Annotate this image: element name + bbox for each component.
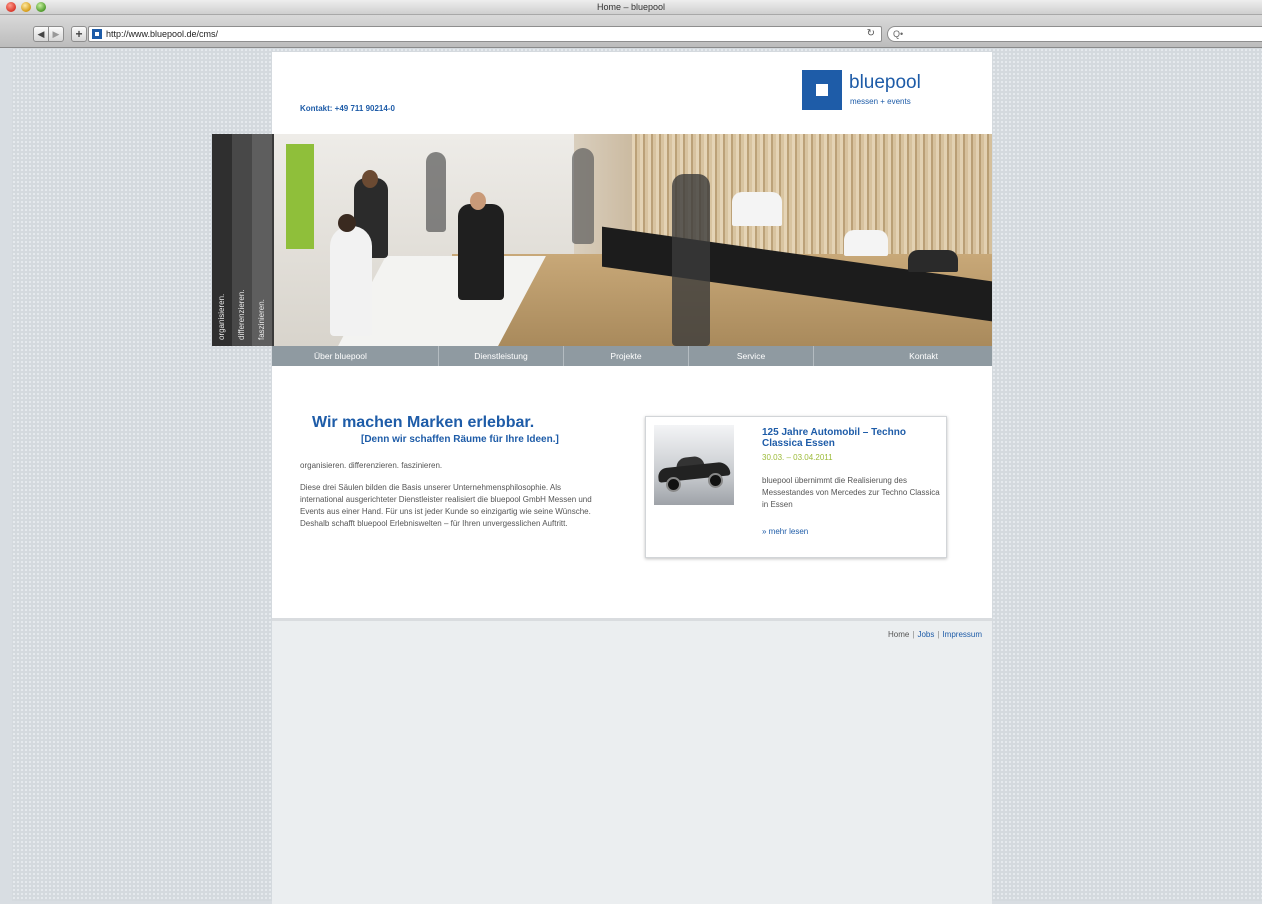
hero-person bbox=[426, 152, 446, 232]
hero-stripe: organisieren. bbox=[212, 134, 232, 346]
pillars-text: organisieren. differenzieren. fasziniere… bbox=[300, 461, 443, 470]
page-headline: Wir machen Marken erlebbar. bbox=[312, 414, 535, 431]
news-car-image[interactable] bbox=[654, 425, 734, 505]
logo-tagline: messen + events bbox=[850, 97, 911, 106]
window-titlebar: Home – bluepool bbox=[0, 0, 1262, 15]
site-favicon-icon bbox=[92, 29, 102, 39]
nav-item-service[interactable]: Service bbox=[689, 346, 814, 366]
hero-chair bbox=[908, 250, 958, 272]
nav-item-kontakt[interactable]: Kontakt bbox=[814, 346, 992, 366]
page-viewport: Kontakt: +49 711 90214-0 bluepool messen… bbox=[12, 48, 1262, 904]
footer-area bbox=[272, 618, 992, 904]
car-wheel bbox=[666, 477, 681, 492]
footer-link-impressum[interactable]: Impressum bbox=[942, 630, 982, 639]
url-text: http://www.bluepool.de/cms/ bbox=[106, 29, 219, 39]
footer-link-jobs[interactable]: Jobs bbox=[917, 630, 934, 639]
read-more-link[interactable]: » mehr lesen bbox=[762, 527, 808, 536]
nav-item-projekte[interactable]: Projekte bbox=[564, 346, 689, 366]
logo-name: bluepool bbox=[849, 72, 921, 93]
hero-head bbox=[362, 170, 378, 188]
nav-item-dienstleistung[interactable]: Dienstleistung bbox=[439, 346, 564, 366]
search-icon: Q• bbox=[893, 29, 904, 39]
hero-person bbox=[572, 148, 594, 244]
logo-mark-icon bbox=[802, 70, 842, 110]
news-date: 30.03. – 03.04.2011 bbox=[762, 453, 833, 462]
page-container: Kontakt: +49 711 90214-0 bluepool messen… bbox=[212, 52, 992, 904]
hero-person bbox=[330, 226, 372, 336]
hero-chair bbox=[732, 192, 782, 226]
hero-stripe: faszinieren. bbox=[252, 134, 272, 346]
news-text: bluepool übernimmt die Realisierung des … bbox=[762, 476, 940, 509]
address-bar[interactable]: http://www.bluepool.de/cms/ ↻ bbox=[88, 26, 882, 42]
footer-separator: | bbox=[937, 630, 940, 639]
hero-banner: organisieren. differenzieren. fasziniere… bbox=[212, 134, 992, 346]
back-arrow-icon: ◀ bbox=[37, 29, 45, 39]
car-wheel bbox=[708, 473, 723, 488]
footer-links: Home | Jobs | Impressum bbox=[888, 630, 982, 639]
hero-head bbox=[470, 192, 486, 210]
contact-phone: Kontakt: +49 711 90214-0 bbox=[300, 104, 395, 113]
hero-chair bbox=[844, 230, 888, 256]
search-field[interactable]: Q• bbox=[887, 26, 1262, 42]
news-teaser-box: 125 Jahre Automobil – Techno Classica Es… bbox=[645, 416, 947, 558]
stripe-label-differenzieren: differenzieren. bbox=[237, 289, 246, 340]
stripe-label-faszinieren: faszinieren. bbox=[257, 299, 266, 340]
hero-green-panel bbox=[286, 144, 314, 249]
footer-link-home[interactable]: Home bbox=[888, 630, 909, 639]
reload-icon[interactable]: ↻ bbox=[867, 27, 875, 41]
hero-head bbox=[338, 214, 356, 232]
bluepool-logo[interactable]: bluepool messen + events bbox=[802, 70, 942, 112]
forward-button[interactable]: ▶ bbox=[48, 26, 64, 42]
back-button[interactable]: ◀ bbox=[33, 26, 49, 42]
hero-person bbox=[672, 174, 710, 346]
stripe-label-organisieren: organisieren. bbox=[217, 293, 226, 340]
intro-paragraph: Diese drei Säulen bilden die Basis unser… bbox=[300, 483, 592, 528]
window-title: Home – bluepool bbox=[596, 2, 666, 12]
nav-item-ueber-bluepool[interactable]: Über bluepool bbox=[272, 346, 439, 366]
main-navigation: Über bluepool Dienstleistung Projekte Se… bbox=[272, 346, 992, 366]
browser-toolbar: ◀ ▶ + http://www.bluepool.de/cms/ ↻ Q• bbox=[0, 15, 1262, 48]
page-subheadline: [Denn wir schaffen Räume für Ihre Ideen.… bbox=[361, 434, 559, 445]
forward-arrow-icon: ▶ bbox=[52, 29, 60, 39]
hero-person bbox=[458, 204, 504, 300]
news-title[interactable]: 125 Jahre Automobil – Techno Classica Es… bbox=[762, 427, 940, 449]
hero-stripe: differenzieren. bbox=[232, 134, 252, 346]
footer-separator: | bbox=[912, 630, 915, 639]
add-bookmark-button[interactable]: + bbox=[71, 26, 87, 42]
plus-icon: + bbox=[75, 27, 83, 41]
